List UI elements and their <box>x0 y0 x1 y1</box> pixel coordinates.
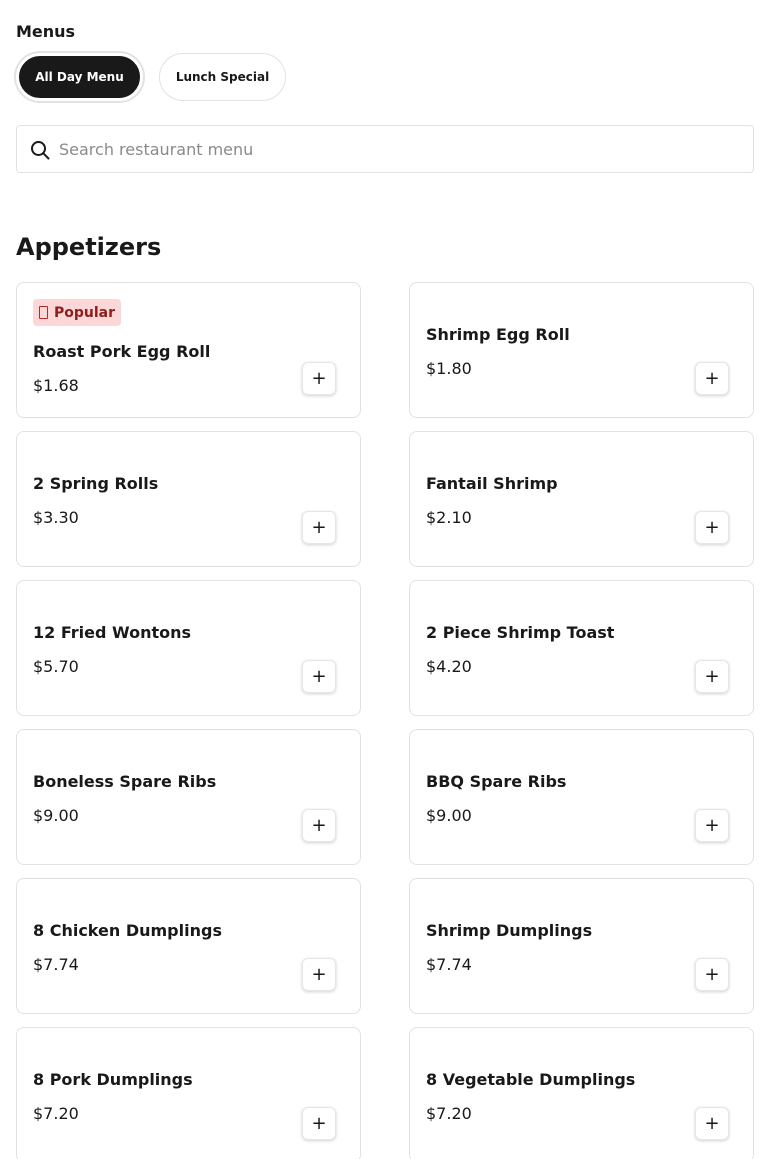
menu-item-card[interactable]: 8 Pork Dumplings $7.20 + <box>16 1027 361 1159</box>
item-name: Roast Pork Egg Roll <box>33 342 211 361</box>
item-name: Shrimp Egg Roll <box>426 325 570 344</box>
menu-item-card[interactable]: Shrimp Egg Roll $1.80 + <box>409 282 754 418</box>
menu-item-card[interactable]: 8 Chicken Dumplings $7.74 + <box>16 878 361 1014</box>
tab-all-day-menu[interactable]: All Day Menu <box>16 53 143 101</box>
add-item-button[interactable]: + <box>302 511 336 544</box>
add-item-button[interactable]: + <box>302 1107 336 1140</box>
add-item-button[interactable]: + <box>695 511 729 544</box>
item-name: BBQ Spare Ribs <box>426 772 567 791</box>
add-item-button[interactable]: + <box>302 809 336 842</box>
add-item-button[interactable]: + <box>302 958 336 991</box>
item-price: $1.68 <box>33 376 79 395</box>
add-item-button[interactable]: + <box>695 362 729 395</box>
item-price: $9.00 <box>426 806 472 825</box>
item-name: 8 Chicken Dumplings <box>33 921 222 940</box>
menu-item-card[interactable]: 12 Fried Wontons $5.70 + <box>16 580 361 716</box>
menus-heading: Menus <box>16 22 76 41</box>
item-price: $2.10 <box>426 508 472 527</box>
menu-item-card[interactable]: BBQ Spare Ribs $9.00 + <box>409 729 754 865</box>
menu-page: Menus All Day Menu Lunch Special Appetiz… <box>0 0 770 1159</box>
item-price: $3.30 <box>33 508 79 527</box>
menu-item-card[interactable]: 2 Spring Rolls $3.30 + <box>16 431 361 567</box>
item-price: $7.74 <box>33 955 79 974</box>
add-item-button[interactable]: + <box>695 1107 729 1140</box>
item-name: Fantail Shrimp <box>426 474 558 493</box>
menu-items-grid: Popular Roast Pork Egg Roll $1.68 + Shri… <box>16 282 754 1159</box>
item-name: Boneless Spare Ribs <box>33 772 217 791</box>
search-icon <box>31 141 50 160</box>
popular-badge: Popular <box>33 299 122 326</box>
search-input[interactable] <box>59 126 749 172</box>
item-price: $4.20 <box>426 657 472 676</box>
item-name: 2 Piece Shrimp Toast <box>426 623 615 642</box>
menu-item-card[interactable]: Fantail Shrimp $2.10 + <box>409 431 754 567</box>
item-price: $1.80 <box>426 359 472 378</box>
item-price: $7.20 <box>33 1104 79 1123</box>
item-name: 8 Vegetable Dumplings <box>426 1070 636 1089</box>
menu-item-card[interactable]: 8 Vegetable Dumplings $7.20 + <box>409 1027 754 1159</box>
menu-item-card[interactable]: Shrimp Dumplings $7.74 + <box>409 878 754 1014</box>
badge-label: Popular <box>54 304 116 321</box>
add-item-button[interactable]: + <box>695 809 729 842</box>
menu-item-card[interactable]: Popular Roast Pork Egg Roll $1.68 + <box>16 282 361 418</box>
add-item-button[interactable]: + <box>302 362 336 395</box>
popular-icon <box>39 306 48 319</box>
add-item-button[interactable]: + <box>695 958 729 991</box>
item-price: $9.00 <box>33 806 79 825</box>
menu-item-card[interactable]: 2 Piece Shrimp Toast $4.20 + <box>409 580 754 716</box>
add-item-button[interactable]: + <box>302 660 336 693</box>
add-item-button[interactable]: + <box>695 660 729 693</box>
section-title-appetizers: Appetizers <box>16 233 162 261</box>
search-bar[interactable] <box>16 125 754 173</box>
item-name: 12 Fried Wontons <box>33 623 192 642</box>
item-price: $7.20 <box>426 1104 472 1123</box>
item-name: Shrimp Dumplings <box>426 921 593 940</box>
item-name: 2 Spring Rolls <box>33 474 159 493</box>
item-price: $7.74 <box>426 955 472 974</box>
item-price: $5.70 <box>33 657 79 676</box>
item-name: 8 Pork Dumplings <box>33 1070 193 1089</box>
menu-item-card[interactable]: Boneless Spare Ribs $9.00 + <box>16 729 361 865</box>
tab-lunch-special[interactable]: Lunch Special <box>159 53 286 101</box>
